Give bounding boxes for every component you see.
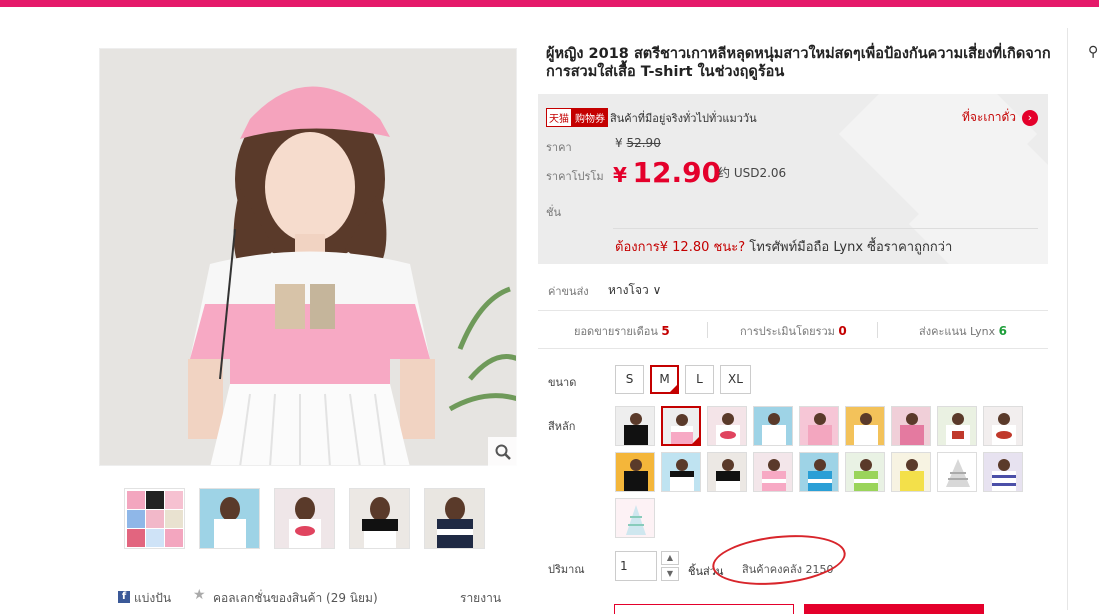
original-price: ¥ 52.90 [615, 136, 661, 150]
price-box: 天猫 购物券 สินค้าที่มีอยู่จริงทั่วไปทั่วแมวว… [538, 94, 1048, 264]
shipping-origin-select[interactable]: หางโจว ∨ [608, 281, 661, 300]
divider [538, 310, 1048, 311]
model-illustration [100, 49, 516, 465]
monthly-sales: ยอดขายรายเดือน 5 [574, 322, 670, 340]
color-swatch[interactable] [707, 452, 747, 492]
size-option-s[interactable]: S [615, 365, 644, 394]
quantity-input[interactable]: 1 [615, 551, 657, 581]
color-swatch[interactable] [799, 452, 839, 492]
color-swatch[interactable] [937, 452, 977, 492]
right-divider [1067, 28, 1068, 610]
color-swatch[interactable] [615, 452, 655, 492]
thumbnail-2[interactable] [199, 488, 260, 549]
tmall-badge: 天猫 购物券 [546, 108, 608, 127]
product-title: ผู้หญิง 2018 สตรีชาวเกาหลีหลุดหนุ่มสาวให… [546, 46, 1051, 80]
tmall-label: 天猫 [546, 108, 572, 127]
where-link-label: ที่จะเกาดั่ว [961, 110, 1016, 124]
color-swatch-selected[interactable] [661, 406, 701, 446]
coupon-label: 购物券 [572, 108, 608, 127]
size-option-l[interactable]: L [685, 365, 714, 394]
color-swatch[interactable] [891, 452, 931, 492]
color-swatch[interactable] [753, 452, 793, 492]
quantity-increase-button[interactable]: ▲ [661, 551, 679, 565]
color-swatch[interactable] [983, 452, 1023, 492]
points-label: ส่งคะแนน Lynx [919, 325, 996, 338]
shipping-label: ค่าขนส่ง [548, 285, 589, 298]
size-options: S M L XL [615, 365, 751, 394]
color-swatch[interactable] [615, 406, 655, 446]
color-swatch[interactable] [937, 406, 977, 446]
promo-price-value: 12.90 [632, 156, 722, 189]
where-link[interactable]: ที่จะเกาดั่ว › [962, 108, 1038, 127]
price-label: ราคา [546, 141, 572, 154]
promo-price-label: ราคาโปรโม [546, 170, 604, 183]
color-swatch[interactable] [615, 498, 655, 538]
thumbnail-4[interactable] [349, 488, 410, 549]
size-option-m[interactable]: M [650, 365, 679, 394]
shipping-origin: หางโจว [608, 283, 649, 297]
mobile-offer-price: ต้องการ¥ 12.80 ชนะ? [615, 240, 746, 255]
color-label: สีหลัก [548, 420, 576, 433]
color-swatch[interactable] [845, 452, 885, 492]
size-option-xl[interactable]: XL [720, 365, 751, 394]
color-swatch[interactable] [661, 452, 701, 492]
collect-link[interactable]: คอลเลกชั่นของสินค้า (29 นิยม) [213, 589, 378, 608]
divider [707, 322, 708, 338]
thumbnail-5[interactable] [424, 488, 485, 549]
divider [877, 322, 878, 338]
reviews-label: การประเมินโดยรวม [740, 325, 835, 338]
reviews[interactable]: การประเมินโดยรวม 0 [740, 322, 847, 340]
color-swatch[interactable] [753, 406, 793, 446]
star-icon[interactable]: ★ [193, 587, 206, 603]
facebook-icon[interactable]: f [118, 591, 130, 603]
report-link[interactable]: รายงาน [460, 589, 501, 608]
size-label: ขนาด [548, 376, 577, 389]
thumbnail-strip [124, 488, 485, 549]
top-brand-bar [0, 0, 1099, 7]
share-link[interactable]: แบ่งปัน [134, 589, 171, 608]
reviews-value: 0 [838, 324, 847, 338]
zoom-button[interactable] [488, 437, 517, 466]
promo-price-label-2: ชั่น [546, 206, 561, 219]
points-value: 6 [998, 324, 1007, 338]
lynx-points: ส่งคะแนน Lynx 6 [919, 322, 1007, 340]
color-swatches [615, 406, 1035, 538]
currency-symbol: ¥ [615, 136, 623, 150]
divider [613, 228, 1038, 229]
buy-now-button[interactable] [614, 604, 794, 614]
mobile-offer-text: โทรศัพท์มือถือ Lynx ซื้อราคาถูกกว่า [745, 240, 953, 255]
color-swatch[interactable] [845, 406, 885, 446]
mobile-offer[interactable]: ต้องการ¥ 12.80 ชนะ? โทรศัพท์มือถือ Lynx … [615, 236, 952, 257]
original-price-value: 52.90 [626, 136, 661, 150]
color-swatch[interactable] [799, 406, 839, 446]
promo-price: ¥ 12.90 [613, 156, 721, 189]
color-swatch[interactable] [983, 406, 1023, 446]
main-product-image[interactable] [99, 48, 517, 466]
arrow-right-icon: › [1022, 109, 1038, 126]
color-swatch[interactable] [891, 406, 931, 446]
chevron-down-icon: ∨ [652, 283, 662, 297]
promo-currency-symbol: ¥ [613, 163, 627, 187]
side-tool-icon[interactable]: ⚲ [1088, 44, 1098, 60]
thumbnail-1[interactable] [124, 488, 185, 549]
color-swatch[interactable] [707, 406, 747, 446]
thumbnail-3[interactable] [274, 488, 335, 549]
quantity-label: ปริมาณ [548, 563, 585, 576]
add-to-cart-button[interactable] [804, 604, 984, 614]
promo-note: สินค้าที่มีอยู่จริงทั่วไปทั่วแมววัน [610, 112, 757, 125]
monthly-sales-value: 5 [661, 324, 670, 338]
divider [538, 348, 1048, 349]
usd-conversion: 约 USD2.06 [718, 166, 787, 180]
monthly-sales-label: ยอดขายรายเดือน [574, 325, 658, 338]
quantity-decrease-button[interactable]: ▼ [661, 567, 679, 581]
magnifier-icon [495, 444, 511, 460]
stock-highlight-circle [709, 529, 849, 591]
